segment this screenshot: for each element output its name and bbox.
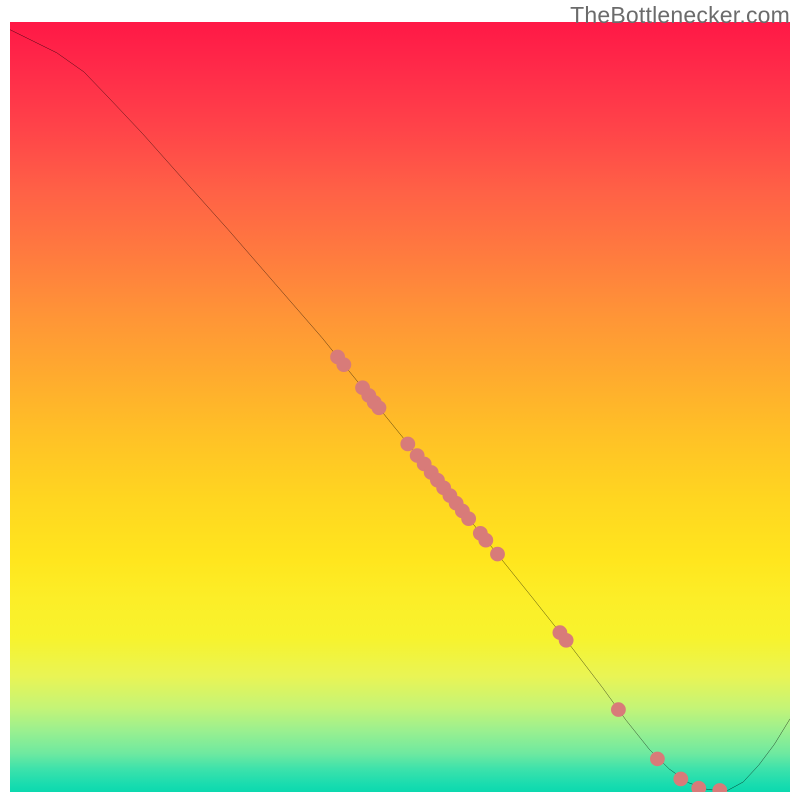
- data-point: [372, 400, 387, 415]
- data-point: [611, 702, 626, 717]
- data-point: [400, 437, 415, 452]
- data-point: [361, 388, 376, 403]
- data-point: [673, 772, 688, 787]
- data-point: [336, 357, 351, 372]
- chart-svg: [10, 22, 790, 792]
- data-point: [410, 448, 425, 463]
- data-point: [559, 633, 574, 648]
- data-point: [430, 473, 445, 488]
- data-point: [473, 526, 488, 541]
- data-point: [330, 350, 345, 365]
- data-point: [443, 488, 458, 503]
- bottleneck-chart: TheBottlenecker.com: [0, 0, 800, 800]
- data-point: [449, 496, 464, 511]
- data-point: [650, 752, 665, 767]
- data-point: [478, 533, 493, 548]
- data-point: [436, 481, 451, 496]
- curve-line: [10, 30, 790, 791]
- data-point: [455, 504, 470, 519]
- data-point: [691, 781, 706, 792]
- data-point: [712, 783, 727, 792]
- data-point: [367, 395, 382, 410]
- data-point: [417, 457, 432, 472]
- plot-area: [10, 22, 790, 792]
- data-point: [355, 380, 370, 395]
- data-point: [552, 625, 567, 640]
- data-point: [424, 465, 439, 480]
- data-point: [461, 511, 476, 526]
- attribution-text: TheBottlenecker.com: [570, 2, 790, 29]
- data-points: [330, 350, 727, 792]
- data-point: [490, 547, 505, 562]
